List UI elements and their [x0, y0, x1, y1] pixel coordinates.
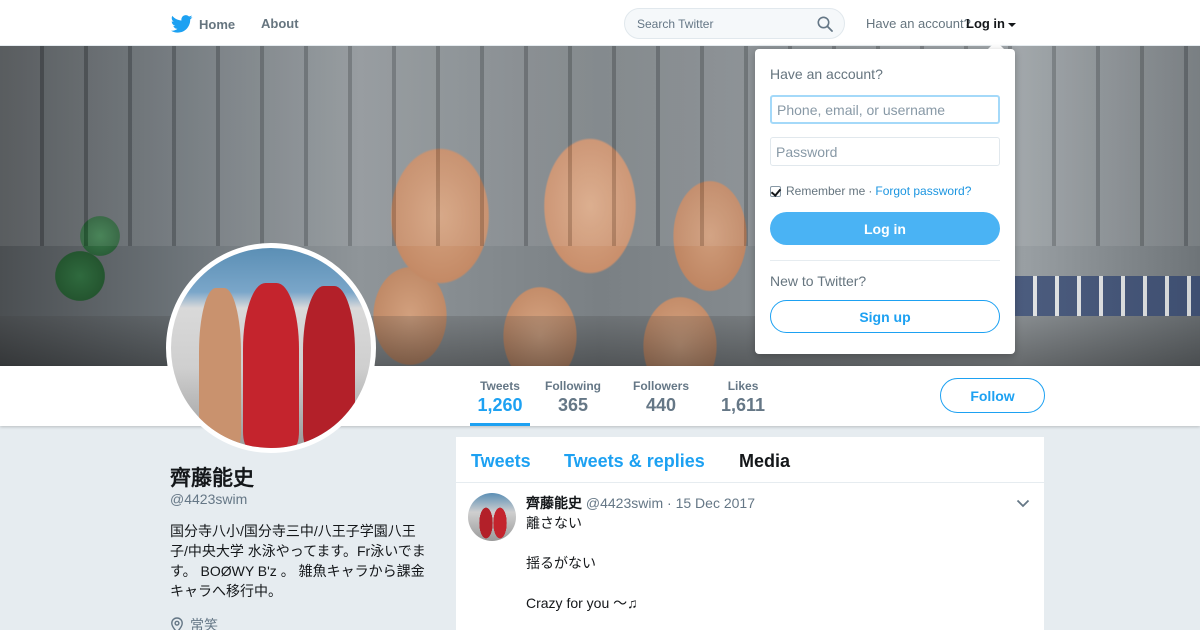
profile-bio: 国分寺八小/国分寺三中/八王子学園八王子/中央大学 水泳やってます。Fr泳いでま…: [170, 523, 426, 599]
location-pin-icon: [171, 617, 183, 630]
tweet-line: 揺るがない: [526, 555, 596, 571]
nav-about-link[interactable]: About: [261, 16, 299, 31]
avatar-person: [199, 288, 241, 448]
login-dropdown-title: Have an account?: [770, 66, 883, 82]
stat-label: Tweets: [480, 379, 520, 393]
stat-followers[interactable]: Followers 440: [633, 379, 689, 416]
login-menu-toggle[interactable]: Log in: [966, 16, 1016, 31]
signup-button[interactable]: Sign up: [770, 300, 1000, 333]
divider: [770, 260, 1000, 261]
tweet-date[interactable]: · 15 Dec 2017: [667, 495, 755, 511]
caret-down-icon: [1008, 22, 1016, 27]
tweet-avatar[interactable]: [468, 493, 516, 541]
tweet-line: Crazy for you 〜♫: [526, 595, 638, 611]
tweet-text: 離さない 揺るがない Crazy for you 〜♫: [526, 513, 638, 630]
timeline: Tweets Tweets & replies Media 齊藤能史 @4423…: [456, 437, 1044, 630]
follow-button[interactable]: Follow: [940, 378, 1045, 413]
username-field[interactable]: [770, 95, 1000, 124]
twitter-bird-icon: [171, 15, 193, 33]
timeline-tabs: Tweets Tweets & replies Media: [456, 437, 1044, 483]
have-account-text: Have an account?: [866, 16, 971, 31]
stat-value: 365: [557, 395, 589, 415]
profile-location: 常笑: [170, 615, 218, 630]
stat-following[interactable]: Following 365: [545, 379, 601, 416]
search-input[interactable]: [625, 9, 805, 38]
stat-value: 1,260: [477, 395, 523, 415]
stat-tweets[interactable]: Tweets 1,260: [470, 379, 530, 426]
login-dropdown: Have an account? Remember me · Forgot pa…: [755, 49, 1015, 354]
search-box: [624, 8, 845, 39]
nav-home-label: Home: [199, 16, 236, 32]
chevron-down-icon[interactable]: [1016, 499, 1030, 508]
remember-separator: ·: [868, 184, 873, 198]
stat-label: Following: [545, 379, 601, 393]
search-icon[interactable]: [817, 16, 833, 32]
tab-media[interactable]: Media: [739, 451, 790, 472]
profile-handle[interactable]: @4423swim: [170, 491, 247, 507]
remember-me-checkbox[interactable]: [770, 185, 781, 197]
avatar-person: [303, 286, 355, 448]
stat-likes[interactable]: Likes 1,611: [721, 379, 765, 416]
tweet[interactable]: 齊藤能史 @4423swim · 15 Dec 2017 離さない 揺るがない …: [456, 483, 1044, 630]
avatar-person: [243, 283, 299, 448]
stat-value: 440: [645, 395, 677, 415]
tweet-header: 齊藤能史 @4423swim · 15 Dec 2017: [526, 493, 755, 513]
tab-tweets-replies[interactable]: Tweets & replies: [564, 451, 705, 472]
login-button[interactable]: Log in: [770, 212, 1000, 245]
tweet-author-name[interactable]: 齊藤能史: [526, 495, 582, 511]
stat-label: Followers: [633, 379, 690, 393]
stat-label: Likes: [727, 379, 759, 393]
profile-avatar[interactable]: [166, 243, 376, 453]
banner-flags: [1015, 276, 1200, 316]
tweet-author-handle[interactable]: @4423swim: [586, 495, 663, 511]
banner-windows: [0, 46, 1200, 246]
password-field[interactable]: [770, 137, 1000, 166]
stat-value: 1,611: [721, 395, 766, 415]
login-menu-label: Log in: [966, 16, 1005, 31]
tab-tweets[interactable]: Tweets: [471, 451, 531, 472]
new-to-twitter-text: New to Twitter?: [770, 273, 867, 289]
forgot-password-link[interactable]: Forgot password?: [875, 184, 971, 198]
profile-name[interactable]: 齊藤能史: [170, 462, 254, 492]
profile-location-text: 常笑: [190, 617, 218, 630]
remember-me-label[interactable]: Remember me: [786, 184, 865, 198]
tweet-line: 離さない: [526, 515, 582, 531]
remember-me-row: Remember me · Forgot password?: [770, 184, 971, 198]
nav-home-link[interactable]: Home: [171, 15, 235, 33]
top-nav: Home About Have an account? Log in: [0, 0, 1200, 46]
